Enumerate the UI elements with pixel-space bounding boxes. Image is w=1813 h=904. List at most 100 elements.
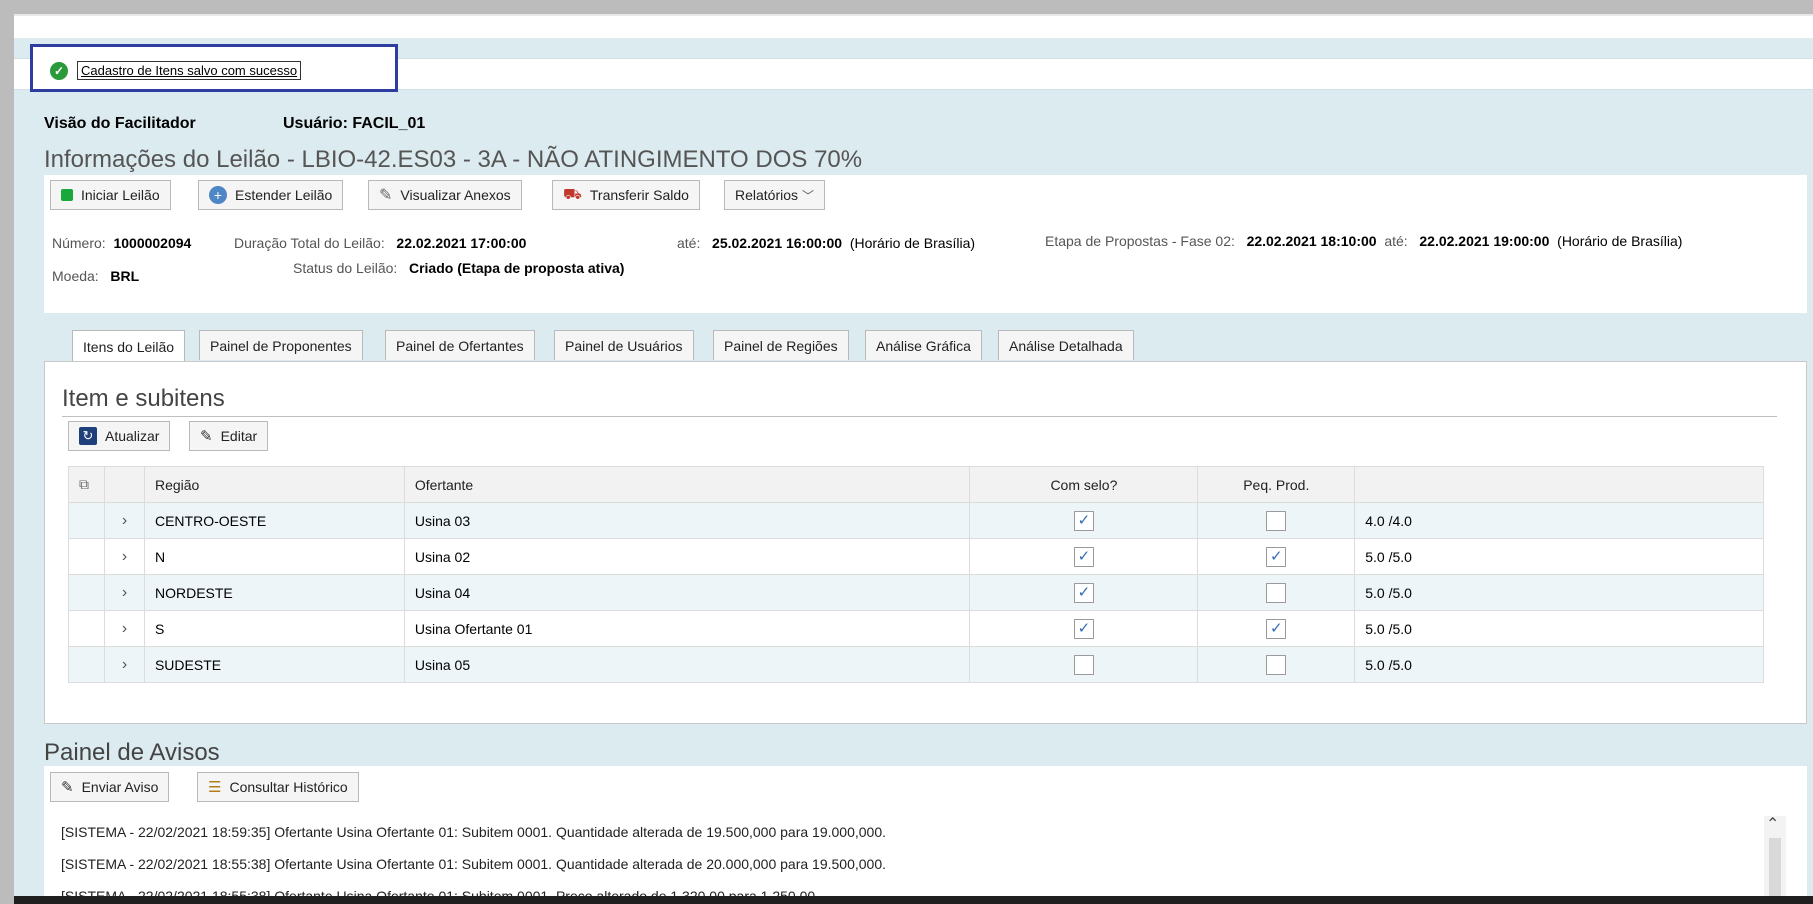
com-selo-checkbox[interactable]: ✓ [1073, 618, 1094, 639]
quantidade-cell: 5.0 /5.0 [1354, 538, 1764, 575]
col-header-com-selo[interactable]: Com selo? [969, 466, 1199, 503]
tab-painel-de-usuarios[interactable]: Painel de Usuários [554, 330, 694, 360]
peq-prod-cell: ✓ [1197, 538, 1356, 575]
items-section-title: Item e subitens [62, 385, 225, 412]
expand-cell[interactable]: › [103, 610, 145, 647]
row-select-cell[interactable] [68, 574, 105, 611]
editar-button[interactable]: ✎ Editar [189, 421, 269, 451]
row-select-cell[interactable] [68, 610, 105, 647]
relatorios-dropdown[interactable]: Relatórios ﹀ [724, 180, 826, 210]
ate2-label: até: [1384, 233, 1408, 249]
chevron-right-icon[interactable]: › [122, 548, 127, 565]
table-header-row: ⧉ Região Ofertante Com selo? Peq. Prod. [68, 466, 1764, 503]
pencil-icon: ✎ [200, 428, 213, 445]
plus-circle-icon: + [209, 186, 227, 204]
expand-cell[interactable]: › [103, 574, 145, 611]
expand-cell[interactable]: › [103, 646, 145, 683]
log-entry: [SISTEMA - 22/02/2021 18:55:38] Ofertant… [61, 856, 887, 872]
tab-itens-do-leilao[interactable]: Itens do Leilão [72, 330, 186, 362]
copy-icon: ⧉ [79, 476, 89, 492]
view-label: Visão do Facilitador [44, 115, 196, 132]
select-all-cell[interactable]: ⧉ [68, 466, 105, 503]
com-selo-checkbox[interactable] [1073, 654, 1094, 675]
green-square-icon [61, 189, 73, 201]
com-selo-cell: ✓ [969, 538, 1199, 575]
table-row[interactable]: › CENTRO-OESTE Usina 03 ✓ 4.0 /4.0 [68, 502, 1764, 539]
tab-painel-de-ofertantes[interactable]: Painel de Ofertantes [385, 330, 535, 360]
status-label: Status do Leilão: [293, 260, 398, 276]
chevron-right-icon[interactable]: › [122, 512, 127, 529]
user-label: Usuário: FACIL_01 [283, 115, 426, 132]
moeda-field: Moeda: BRL [52, 268, 139, 284]
expand-cell[interactable]: › [103, 538, 145, 575]
peq-prod-checkbox[interactable] [1266, 582, 1287, 603]
iniciar-leilao-button[interactable]: Iniciar Leilão [50, 180, 171, 210]
estender-leilao-button[interactable]: + Estender Leilão [198, 180, 344, 210]
peq-prod-cell [1197, 502, 1356, 539]
window-top-frame [0, 0, 1813, 14]
etapa-field: Etapa de Propostas - Fase 02: 22.02.2021… [1045, 233, 1682, 249]
expand-cell[interactable]: › [103, 502, 145, 539]
refresh-icon: ↻ [79, 427, 97, 445]
scrollbar-thumb[interactable] [1769, 838, 1781, 904]
table-row[interactable]: › N Usina 02 ✓ ✓ 5.0 /5.0 [68, 538, 1764, 575]
frame-inner-line [14, 14, 1813, 16]
ate-label: até: [677, 235, 701, 251]
visualizar-anexos-button[interactable]: ✎ Visualizar Anexos [368, 180, 522, 210]
scroll-up-icon[interactable]: ⌃ [1766, 814, 1779, 834]
consultar-historico-button[interactable]: ☰ Consultar Histórico [197, 772, 359, 802]
history-icon: ☰ [208, 779, 222, 796]
chevron-down-icon: ﹀ [802, 188, 815, 203]
row-select-cell[interactable] [68, 538, 105, 575]
status-value: Criado (Etapa de proposta ativa) [408, 260, 625, 276]
com-selo-checkbox[interactable]: ✓ [1073, 510, 1094, 531]
section-divider [62, 416, 1777, 417]
table-row[interactable]: › NORDESTE Usina 04 ✓ 5.0 /5.0 [68, 574, 1764, 611]
table-row[interactable]: › SUDESTE Usina 05 5.0 /5.0 [68, 646, 1764, 683]
expand-header-cell [103, 466, 145, 503]
atualizar-button[interactable]: ↻ Atualizar [68, 421, 171, 451]
col-header-peq-prod[interactable]: Peq. Prod. [1197, 466, 1356, 503]
col-header-regiao[interactable]: Região [143, 466, 405, 503]
truck-icon: ⛟ [563, 185, 582, 203]
row-select-cell[interactable] [68, 502, 105, 539]
com-selo-cell: ✓ [969, 502, 1199, 539]
chevron-right-icon[interactable]: › [122, 584, 127, 601]
row-select-cell[interactable] [68, 646, 105, 683]
window-left-frame [0, 0, 14, 904]
peq-prod-checkbox[interactable]: ✓ [1266, 546, 1287, 567]
tab-painel-de-proponentes[interactable]: Painel de Proponentes [199, 330, 363, 360]
regiao-cell: SUDESTE [143, 646, 405, 683]
quantidade-cell: 4.0 /4.0 [1354, 502, 1764, 539]
tab-analise-detalhada[interactable]: Análise Detalhada [998, 330, 1134, 360]
peq-prod-checkbox[interactable]: ✓ [1266, 618, 1287, 639]
chevron-right-icon[interactable]: › [122, 656, 127, 673]
enviar-aviso-button[interactable]: ✎ Enviar Aviso [50, 772, 170, 802]
tab-analise-grafica[interactable]: Análise Gráfica [865, 330, 982, 360]
atualizar-label: Atualizar [105, 428, 160, 444]
com-selo-checkbox[interactable]: ✓ [1073, 546, 1094, 567]
table-row[interactable]: › S Usina Ofertante 01 ✓ ✓ 5.0 /5.0 [68, 610, 1764, 647]
peq-prod-checkbox[interactable] [1266, 654, 1287, 675]
quantidade-cell: 5.0 /5.0 [1354, 574, 1764, 611]
ofertante-cell: Usina 04 [403, 574, 971, 611]
peq-prod-checkbox[interactable] [1266, 510, 1287, 531]
window-bottom-edge [14, 896, 1813, 904]
com-selo-cell [969, 646, 1199, 683]
success-message-text[interactable]: Cadastro de Itens salvo com sucesso [77, 61, 302, 80]
numero-field: Número: 1000002094 [52, 235, 191, 251]
tab-painel-de-regioes[interactable]: Painel de Regiões [713, 330, 849, 360]
col-header-ofertante[interactable]: Ofertante [403, 466, 971, 503]
duracao-field: Duração Total do Leilão: 22.02.2021 17:0… [234, 235, 526, 251]
chevron-right-icon[interactable]: › [122, 620, 127, 637]
com-selo-checkbox[interactable]: ✓ [1073, 582, 1094, 603]
quantidade-cell: 5.0 /5.0 [1354, 610, 1764, 647]
transferir-saldo-button[interactable]: ⛟ Transferir Saldo [552, 180, 700, 210]
regiao-cell: NORDESTE [143, 574, 405, 611]
log-entry: [SISTEMA - 22/02/2021 18:59:35] Ofertant… [61, 824, 887, 840]
duracao-fim-value: 25.02.2021 16:00:00 [712, 235, 843, 251]
transferir-saldo-label: Transferir Saldo [589, 187, 689, 203]
consultar-historico-label: Consultar Histórico [229, 779, 348, 795]
edit-note-icon: ✎ [61, 779, 74, 796]
quantidade-cell: 5.0 /5.0 [1354, 646, 1764, 683]
